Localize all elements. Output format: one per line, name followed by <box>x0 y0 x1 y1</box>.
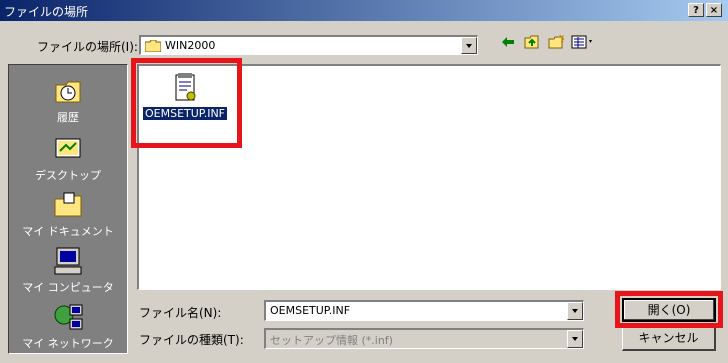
title-bar: ファイルの場所 ? × <box>0 0 728 21</box>
my-computer-icon <box>52 245 84 277</box>
place-label: マイ ドキュメント <box>22 225 114 238</box>
file-highlight-box <box>131 58 242 148</box>
desktop-icon <box>52 133 84 165</box>
filetype-select[interactable]: セットアップ情報 (*.inf) <box>264 328 584 349</box>
place-my-network[interactable]: マイ ネットワーク <box>9 301 127 351</box>
filename-input[interactable]: OEMSETUP.INF <box>264 300 584 321</box>
place-label: 履歴 <box>57 111 79 124</box>
up-folder-icon[interactable] <box>522 34 542 54</box>
location-dropdown-button[interactable] <box>461 37 477 54</box>
my-network-icon <box>52 301 84 333</box>
my-documents-icon <box>52 189 84 221</box>
place-label: マイ コンピュータ <box>22 281 114 294</box>
location-label: ファイルの場所(I): <box>37 40 138 54</box>
filename-dropdown-button[interactable] <box>567 302 583 320</box>
filename-value: OEMSETUP.INF <box>270 304 351 317</box>
place-label: デスクトップ <box>35 169 101 182</box>
view-menu-icon[interactable] <box>570 34 596 54</box>
open-highlight-box <box>615 291 723 328</box>
window-title: ファイルの場所 <box>4 5 89 19</box>
new-folder-icon[interactable] <box>546 34 566 54</box>
filetype-dropdown-button[interactable] <box>567 330 583 348</box>
place-history[interactable]: 履歴 <box>9 75 127 125</box>
location-combo[interactable]: WIN2000 <box>139 35 478 55</box>
history-icon <box>52 75 84 107</box>
places-bar: 履歴 デスクトップ マイ ドキュメント マイ コンピュータ マイ ネットワーク <box>8 64 128 354</box>
cancel-button[interactable]: キャンセル <box>622 327 716 351</box>
close-button[interactable]: × <box>706 3 722 17</box>
place-my-documents[interactable]: マイ ドキュメント <box>9 189 127 239</box>
location-value: WIN2000 <box>165 39 216 52</box>
place-label: マイ ネットワーク <box>22 337 114 350</box>
help-button[interactable]: ? <box>688 3 704 17</box>
filename-label: ファイル名(N): <box>139 306 222 320</box>
back-arrow-icon[interactable] <box>498 34 518 54</box>
place-desktop[interactable]: デスクトップ <box>9 133 127 183</box>
folder-icon <box>145 40 161 52</box>
filetype-label: ファイルの種類(T): <box>139 333 244 347</box>
filetype-value: セットアップ情報 (*.inf) <box>270 334 393 347</box>
place-my-computer[interactable]: マイ コンピュータ <box>9 245 127 295</box>
